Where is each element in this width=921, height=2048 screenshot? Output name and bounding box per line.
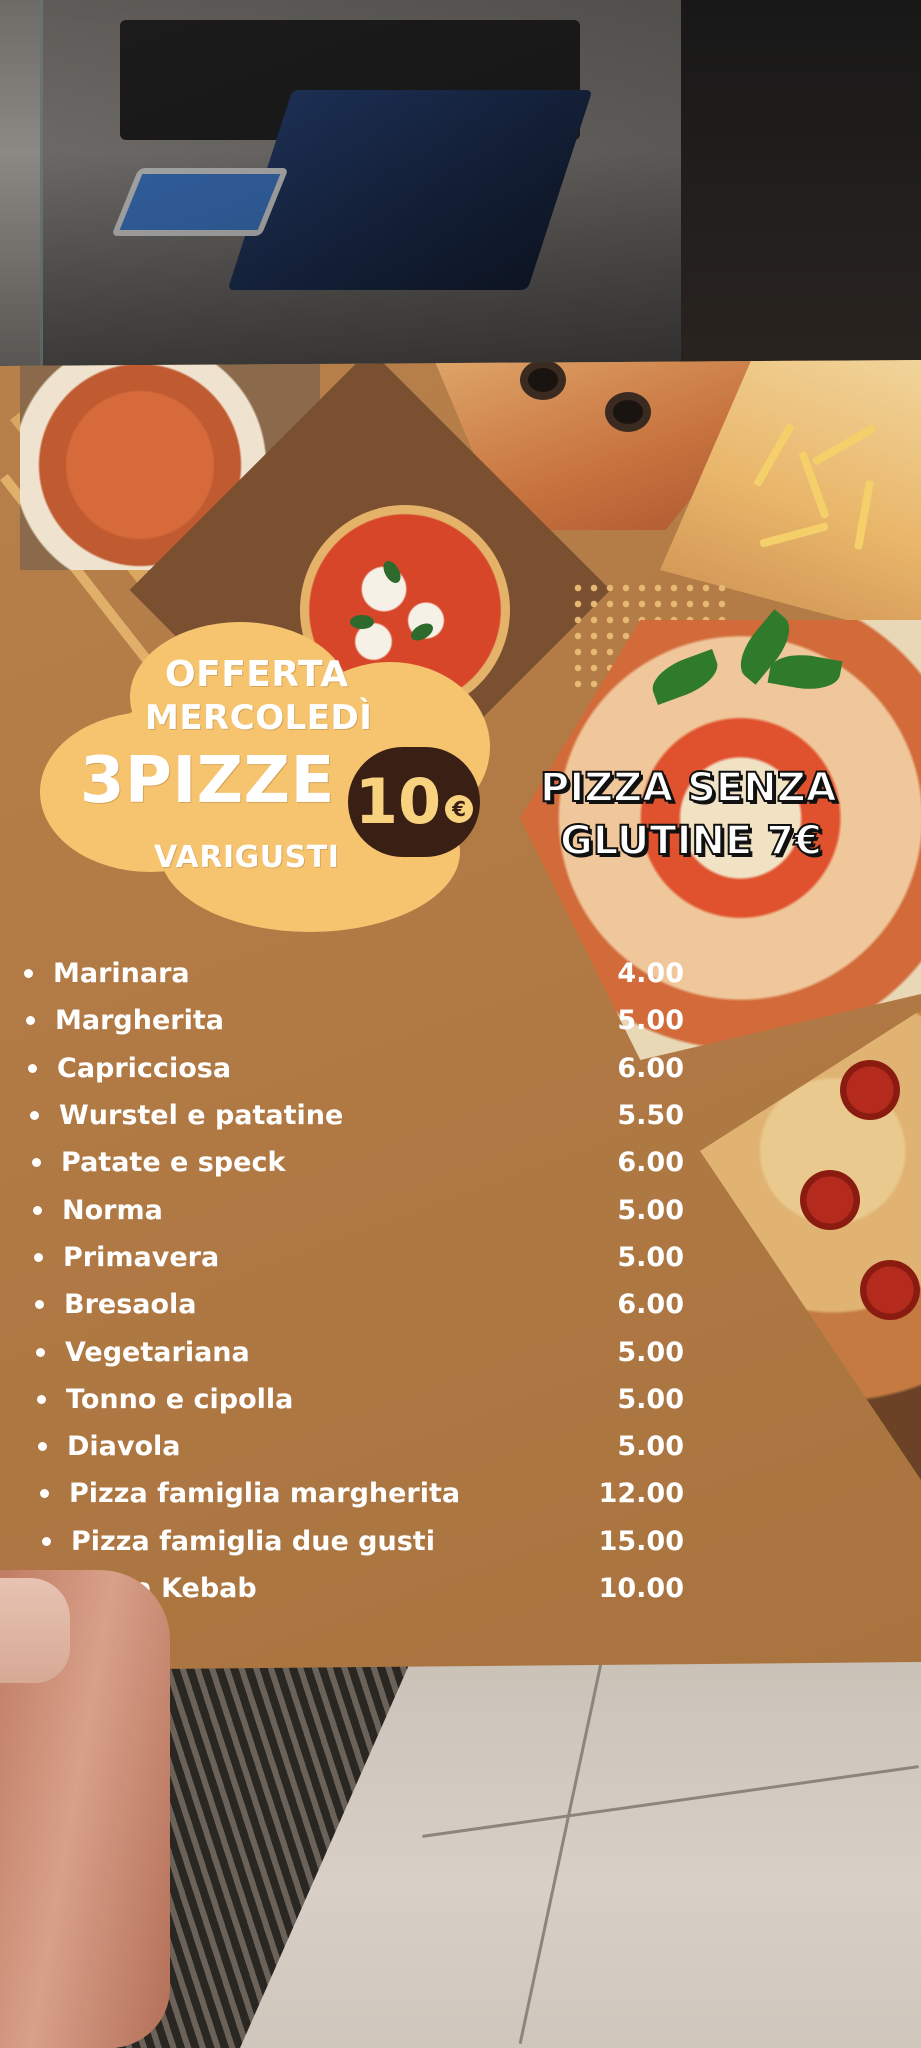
offer-subtitle: VARIGUSTI: [154, 840, 340, 875]
list-item: Pizza famiglia due gusti 15.00: [42, 1518, 684, 1565]
olive: [605, 392, 651, 432]
bullet-icon: [33, 1205, 42, 1215]
list-item: Wurstel e patatine 5.50: [30, 1092, 684, 1139]
item-price: 5.00: [617, 1194, 684, 1226]
euro-icon: €: [445, 795, 474, 823]
list-item: Norma 5.00: [33, 1186, 684, 1233]
item-name: Wurstel e patatine: [59, 1100, 344, 1132]
item-price: 6.00: [617, 1052, 684, 1084]
list-item: Tonno e cipolla 5.00: [37, 1376, 684, 1423]
pepperoni-pizza-photo: [700, 1010, 921, 1480]
list-item: Pizza famiglia margherita 12.00: [40, 1470, 684, 1517]
gluten-free-price: GLUTINE 7€: [559, 817, 823, 865]
item-price: 6.00: [617, 1289, 684, 1321]
item-name: Pizza famiglia margherita: [69, 1478, 461, 1510]
bullet-icon: [40, 1489, 49, 1499]
offer-title: OFFERTA: [165, 654, 349, 695]
list-item: Bresaola 6.00: [35, 1281, 684, 1328]
basil-leaf: [379, 558, 405, 586]
bullet-icon: [28, 1063, 37, 1073]
item-price: 4.00: [617, 958, 684, 990]
bullet-icon: [37, 1394, 46, 1404]
item-name: Margherita: [55, 1005, 224, 1037]
bullet-icon: [35, 1300, 44, 1310]
offer-pizza-count: 3PIZZE: [80, 744, 335, 818]
offer-price: 10: [354, 765, 442, 838]
list-item: Vegetariana 5.00: [36, 1328, 684, 1375]
item-name: Pizza famiglia due gusti: [71, 1525, 435, 1557]
pepperoni: [860, 1260, 920, 1320]
item-price: 5.00: [617, 1005, 684, 1037]
list-item: Primavera 5.00: [34, 1234, 684, 1281]
item-price: 15.00: [598, 1525, 684, 1557]
fry: [753, 422, 795, 488]
item-price: 5.00: [617, 1336, 684, 1368]
bullet-icon: [42, 1536, 51, 1546]
bullet-icon: [30, 1111, 39, 1121]
item-name: Marinara: [53, 958, 190, 990]
item-price: 5.50: [617, 1100, 684, 1132]
item-name: Bresaola: [64, 1289, 197, 1321]
bullet-icon: [36, 1347, 45, 1357]
item-name: Primavera: [63, 1241, 220, 1273]
pepperoni: [800, 1170, 860, 1230]
list-item: Margherita 5.00: [26, 997, 684, 1044]
pepperoni: [840, 1060, 900, 1120]
bullet-icon: [38, 1442, 47, 1452]
menu-flyer: OFFERTA MERCOLEDÌ 3PIZZE VARIGUSTI 10 € …: [0, 360, 921, 1670]
list-item: Diavola 5.00: [38, 1423, 684, 1470]
olive: [520, 360, 566, 400]
offer-cloud: OFFERTA MERCOLEDÌ 3PIZZE VARIGUSTI 10 €: [40, 622, 510, 932]
item-price: 6.00: [617, 1147, 684, 1179]
item-price: 5.00: [617, 1383, 684, 1415]
item-price: 5.00: [617, 1241, 684, 1273]
thumb-nail: [0, 1578, 70, 1683]
list-item: Marinara 4.00: [24, 950, 684, 997]
item-name: Tonno e cipolla: [66, 1383, 294, 1415]
bullet-icon: [34, 1252, 43, 1262]
fry: [853, 479, 875, 551]
item-price: 12.00: [598, 1478, 684, 1510]
price-list: Marinara 4.00 Margherita 5.00 Capricciosa 6…: [24, 950, 684, 1612]
item-name: Diavola: [67, 1431, 181, 1463]
item-price: 10.00: [598, 1573, 684, 1604]
bullet-icon: [26, 1016, 35, 1026]
fry: [759, 522, 829, 548]
gluten-free-title: PIZZA SENZA: [539, 764, 838, 812]
offer-day: MERCOLEDÌ: [145, 698, 373, 738]
item-name: Vegetariana: [65, 1336, 250, 1368]
bullet-icon: [24, 969, 33, 979]
fry: [811, 424, 877, 466]
list-item: Capricciosa 6.00: [28, 1045, 684, 1092]
offer-price-badge: 10 €: [348, 747, 480, 857]
item-name: Capricciosa: [57, 1052, 232, 1084]
item-name: Norma: [62, 1194, 163, 1226]
list-item: Patate e speck 6.00: [32, 1139, 684, 1186]
item-price: 5.00: [617, 1431, 684, 1463]
item-name: Patate e speck: [61, 1147, 286, 1179]
bullet-icon: [32, 1158, 41, 1168]
counter-shadow: [681, 0, 921, 380]
